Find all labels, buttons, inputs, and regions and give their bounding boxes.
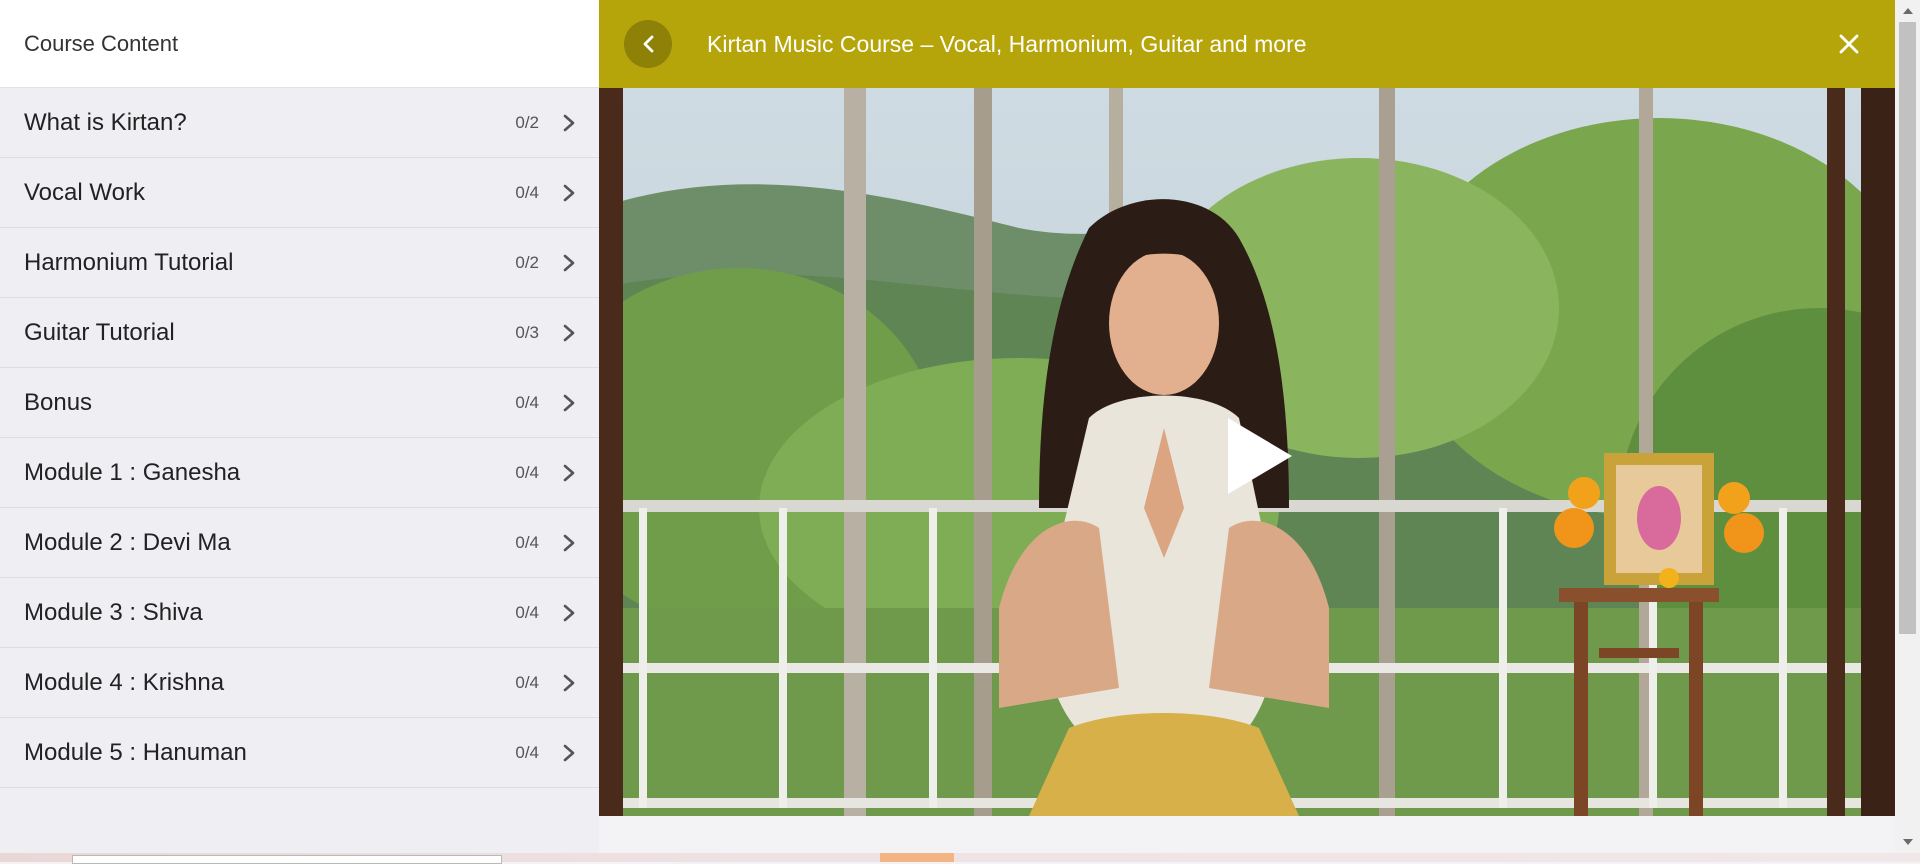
module-item[interactable]: Module 5 : Hanuman 0/4 xyxy=(0,718,599,788)
chevron-right-icon xyxy=(563,464,575,481)
scroll-down-arrow-icon[interactable] xyxy=(1903,839,1913,845)
back-button[interactable] xyxy=(624,20,672,68)
module-item[interactable]: Vocal Work 0/4 xyxy=(0,158,599,228)
module-item[interactable]: Bonus 0/4 xyxy=(0,368,599,438)
module-item[interactable]: What is Kirtan? 0/2 xyxy=(0,88,599,158)
module-progress: 0/4 xyxy=(515,462,539,482)
module-title: Module 4 : Krishna xyxy=(24,668,225,696)
course-title: Kirtan Music Course – Vocal, Harmonium, … xyxy=(707,30,1307,57)
scroll-up-arrow-icon[interactable] xyxy=(1903,8,1913,14)
sidebar-header: Course Content xyxy=(0,0,599,88)
close-icon xyxy=(1839,34,1859,54)
module-list: What is Kirtan? 0/2 Vocal Work 0/4 Harmo… xyxy=(0,88,599,788)
course-header: Kirtan Music Course – Vocal, Harmonium, … xyxy=(599,0,1895,88)
partial-input-field[interactable] xyxy=(72,855,502,864)
module-progress: 0/2 xyxy=(515,252,539,272)
module-item[interactable]: Module 2 : Devi Ma 0/4 xyxy=(0,508,599,578)
video-footer xyxy=(599,816,1895,853)
module-progress: 0/4 xyxy=(515,182,539,202)
module-item[interactable]: Guitar Tutorial 0/3 xyxy=(0,298,599,368)
module-title: Module 1 : Ganesha xyxy=(24,458,241,486)
module-progress: 0/2 xyxy=(515,112,539,132)
scrollbar[interactable] xyxy=(1895,0,1920,853)
chevron-right-icon xyxy=(563,324,575,341)
chevron-left-icon xyxy=(643,35,654,53)
chevron-right-icon xyxy=(563,604,575,621)
module-progress: 0/4 xyxy=(515,602,539,622)
bottom-strip xyxy=(0,853,1920,864)
scrollbar-thumb[interactable] xyxy=(1899,22,1916,634)
video-player[interactable] xyxy=(599,88,1895,816)
chevron-right-icon xyxy=(563,674,575,691)
chevron-right-icon xyxy=(563,394,575,411)
close-button[interactable] xyxy=(1827,22,1871,66)
module-title: What is Kirtan? xyxy=(24,108,187,136)
module-title: Harmonium Tutorial xyxy=(24,248,234,276)
module-progress: 0/4 xyxy=(515,392,539,412)
play-icon[interactable] xyxy=(1224,414,1296,498)
module-progress: 0/4 xyxy=(515,742,539,762)
module-title: Module 2 : Devi Ma xyxy=(24,528,231,556)
module-item[interactable]: Module 3 : Shiva 0/4 xyxy=(0,578,599,648)
module-title: Module 3 : Shiva xyxy=(24,598,203,626)
module-item[interactable]: Module 4 : Krishna 0/4 xyxy=(0,648,599,718)
course-content-sidebar: Course Content What is Kirtan? 0/2 Vocal… xyxy=(0,0,600,853)
module-item[interactable]: Harmonium Tutorial 0/2 xyxy=(0,228,599,298)
chevron-right-icon xyxy=(563,114,575,131)
chevron-right-icon xyxy=(563,534,575,551)
chevron-right-icon xyxy=(563,184,575,201)
module-title: Vocal Work xyxy=(24,178,145,206)
module-progress: 0/3 xyxy=(515,322,539,342)
module-title: Guitar Tutorial xyxy=(24,318,175,346)
module-title: Bonus xyxy=(24,388,93,416)
partial-accent-block xyxy=(880,853,954,862)
module-title: Module 5 : Hanuman xyxy=(24,738,247,766)
chevron-right-icon xyxy=(563,744,575,761)
module-progress: 0/4 xyxy=(515,532,539,552)
module-item[interactable]: Module 1 : Ganesha 0/4 xyxy=(0,438,599,508)
chevron-right-icon xyxy=(563,254,575,271)
module-progress: 0/4 xyxy=(515,672,539,692)
sidebar-title: Course Content xyxy=(24,30,179,56)
